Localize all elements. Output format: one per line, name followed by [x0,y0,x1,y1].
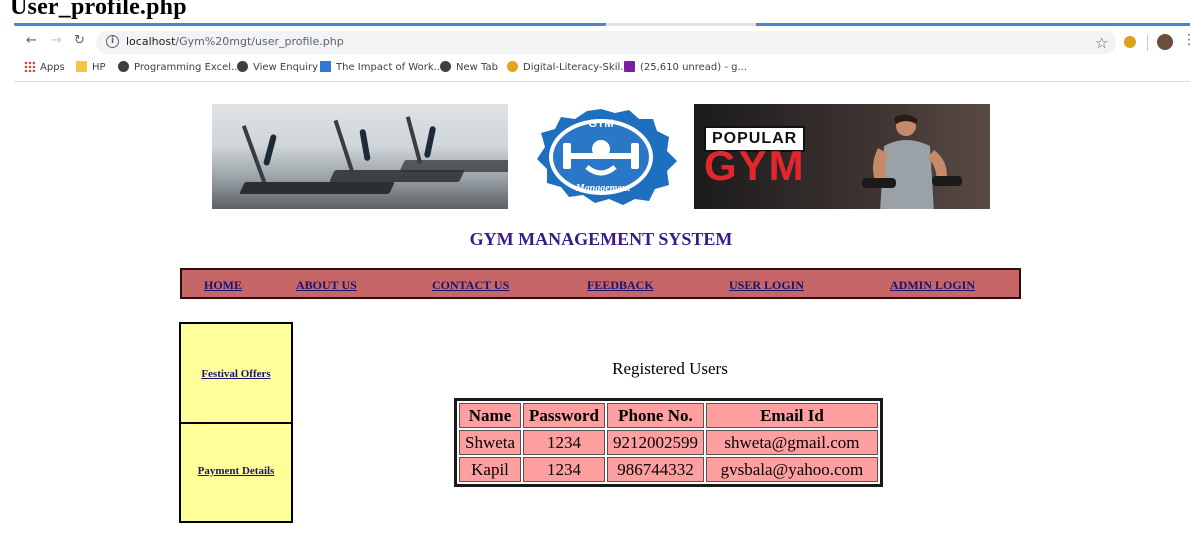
bookmark-view-enquiry[interactable]: View Enquiry [237,61,318,73]
globe-icon [237,61,248,72]
document-caption: User_profile.php [10,0,187,20]
table-row: Kapil 1234 986744332 gvsbala@yahoo.com [459,457,878,482]
bookmark-label: The Impact of Work... [336,62,444,73]
bookmark-impact-of-work[interactable]: The Impact of Work... [320,61,443,73]
cell-name: Kapil [459,457,522,482]
column-header-email: Email Id [705,403,878,428]
bookmark-label: (25,610 unread) - g... [640,62,748,73]
bookmark-hp[interactable]: HP [76,61,106,73]
bookmark-programming-excel[interactable]: Programming Excel... [118,61,241,73]
cell-email: gvsbala@yahoo.com [705,457,878,482]
extension-icon[interactable] [1124,36,1136,48]
address-bar[interactable]: i localhost/Gym%20mgt/user_profile.php [96,31,1116,54]
treadmill-banner-image [212,104,508,209]
bookmark-page-icon [320,61,331,72]
column-header-password: Password [523,403,605,428]
bookmark-label: New Tab [456,62,498,73]
athlete-illustration [862,114,962,209]
column-header-name: Name [459,403,522,428]
nav-home-link[interactable]: HOME [204,278,242,293]
cell-phone: 9212002599 [606,430,704,455]
globe-icon [440,61,451,72]
folder-icon [76,61,87,72]
bookmark-label: Apps [40,62,65,73]
nav-feedback-link[interactable]: FEEDBACK [587,278,654,293]
cell-phone: 986744332 [606,457,704,482]
column-header-phone: Phone No. [606,403,704,428]
bookmark-new-tab[interactable]: New Tab [440,61,498,73]
bookmark-star-icon[interactable]: ☆ [1095,34,1108,52]
bookmark-label: View Enquiry [253,62,319,73]
info-icon[interactable]: i [106,35,119,48]
forward-arrow-icon[interactable]: → [51,33,62,48]
popular-gym-banner-image: POPULAR GYM [694,104,990,209]
cell-email: shweta@gmail.com [705,430,878,455]
mail-icon [624,61,635,72]
cell-password: 1234 [523,457,605,482]
sidebar: Festival Offers Payment Details [179,322,293,523]
tab-strip-accent [14,23,606,26]
url-path: /Gym%20mgt/user_profile.php [175,35,344,48]
cell-password: 1234 [523,430,605,455]
reload-icon[interactable]: ↻ [74,33,85,48]
tab-strip-accent [756,23,1190,26]
sidebar-payment-details-link[interactable]: Payment Details [181,465,291,477]
nav-contact-link[interactable]: CONTACT US [432,278,509,293]
browser-toolbar: ← → ↻ i localhost/Gym%20mgt/user_profile… [14,27,1190,57]
profile-avatar[interactable] [1157,34,1173,50]
registered-users-heading: Registered Users [612,359,728,378]
bookmark-gmail[interactable]: (25,610 unread) - g... [624,61,747,73]
bookmark-label: Programming Excel... [134,62,241,73]
site-title: GYM MANAGEMENT SYSTEM [469,229,733,249]
bookmark-apps[interactable]: Apps [24,61,65,73]
toolbar-separator [1147,35,1148,51]
owl-icon [507,61,518,72]
nav-about-link[interactable]: ABOUT US [296,278,357,293]
logo-bottom-text: Management [575,183,632,194]
bookmarks-bar: Apps HP Programming Excel... View Enquir… [14,57,1190,82]
gym-management-logo: GYM Management [537,109,677,205]
back-arrow-icon[interactable]: ← [26,33,37,48]
logo-top-text: GYM [588,118,613,130]
main-nav: HOME ABOUT US CONTACT US FEEDBACK USER L… [180,268,1021,299]
apps-grid-icon [24,61,35,72]
cell-name: Shweta [459,430,522,455]
url-text[interactable]: localhost/Gym%20mgt/user_profile.php [126,35,344,48]
table-header-row: Name Password Phone No. Email Id [459,403,878,428]
table-row: Shweta 1234 9212002599 shweta@gmail.com [459,430,878,455]
kebab-menu-icon[interactable]: ⋮ [1182,32,1190,48]
globe-icon [118,61,129,72]
nav-admin-login-link[interactable]: ADMIN LOGIN [890,278,975,293]
bookmark-label: HP [92,62,106,73]
url-host: localhost [126,35,176,48]
nav-user-login-link[interactable]: USER LOGIN [729,278,804,293]
sidebar-festival-offers-link[interactable]: Festival Offers [181,368,291,380]
popular-gym-label: GYM [704,142,806,189]
bookmark-digital-literacy[interactable]: Digital-Literacy-Skil... [507,61,630,73]
registered-users-table: Name Password Phone No. Email Id Shweta … [454,398,883,487]
bookmark-label: Digital-Literacy-Skil... [523,62,630,73]
sidebar-divider [181,422,291,424]
